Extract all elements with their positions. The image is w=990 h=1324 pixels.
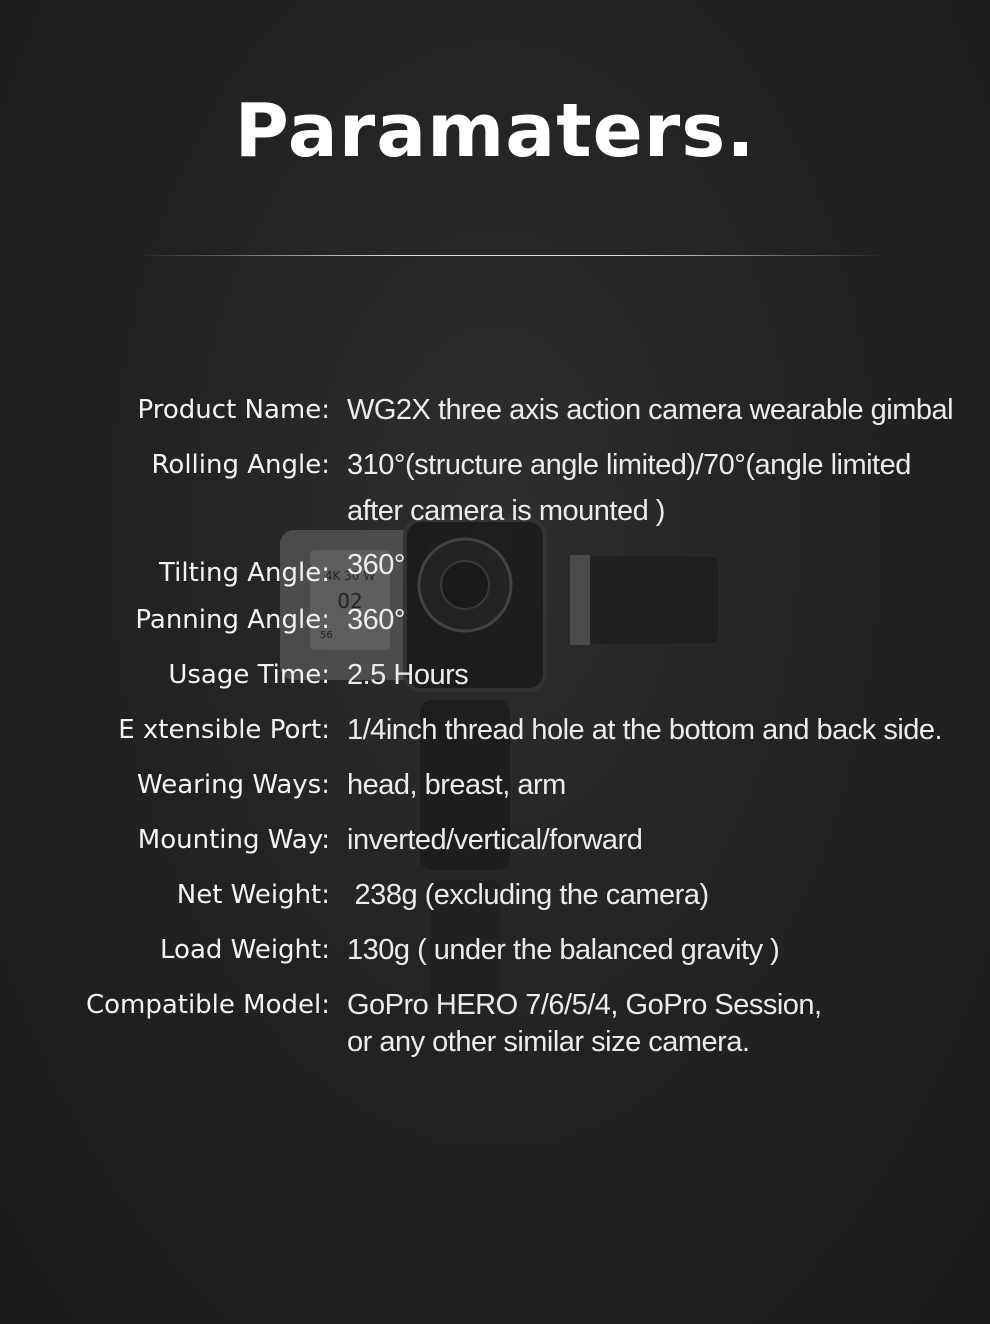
spec-value: WG2X three axis action camera wearable g… bbox=[347, 394, 954, 426]
spec-label: Net Weight: bbox=[176, 880, 330, 910]
spec-value: inverted/vertical/forward bbox=[347, 824, 643, 856]
spec-value: 1/4inch thread hole at the bottom and ba… bbox=[347, 714, 943, 746]
spec-label: Usage Time: bbox=[168, 660, 330, 690]
spec-value: 310°(structure angle limited)/70°(angle … bbox=[347, 449, 911, 527]
spec-value: 360° bbox=[347, 549, 405, 581]
page-title: Paramaters. bbox=[234, 88, 756, 174]
spec-value: 238g (excluding the camera) bbox=[347, 879, 710, 911]
spec-label: E xtensible Port: bbox=[118, 715, 330, 745]
spec-label: Compatible Model: bbox=[85, 990, 330, 1020]
spec-value: 360° bbox=[347, 604, 405, 636]
spec-label: Wearing Ways: bbox=[137, 770, 330, 800]
spec-value: GoPro HERO 7/6/5/4, GoPro Session, or any… bbox=[347, 989, 822, 1058]
spec-label: Load Weight: bbox=[160, 935, 330, 965]
spec-label: Product Name: bbox=[137, 395, 330, 425]
title-divider bbox=[135, 255, 885, 256]
spec-label: Rolling Angle: bbox=[151, 450, 330, 480]
spec-value: 2.5 Hours bbox=[347, 659, 469, 691]
spec-label: Tilting Angle: bbox=[159, 558, 330, 588]
spec-value: 130g ( under the balanced gravity ) bbox=[347, 934, 780, 966]
spec-label: Panning Angle: bbox=[135, 605, 330, 635]
spec-label: Mounting Way: bbox=[137, 825, 330, 855]
spec-value: head, breast, arm bbox=[347, 769, 566, 801]
